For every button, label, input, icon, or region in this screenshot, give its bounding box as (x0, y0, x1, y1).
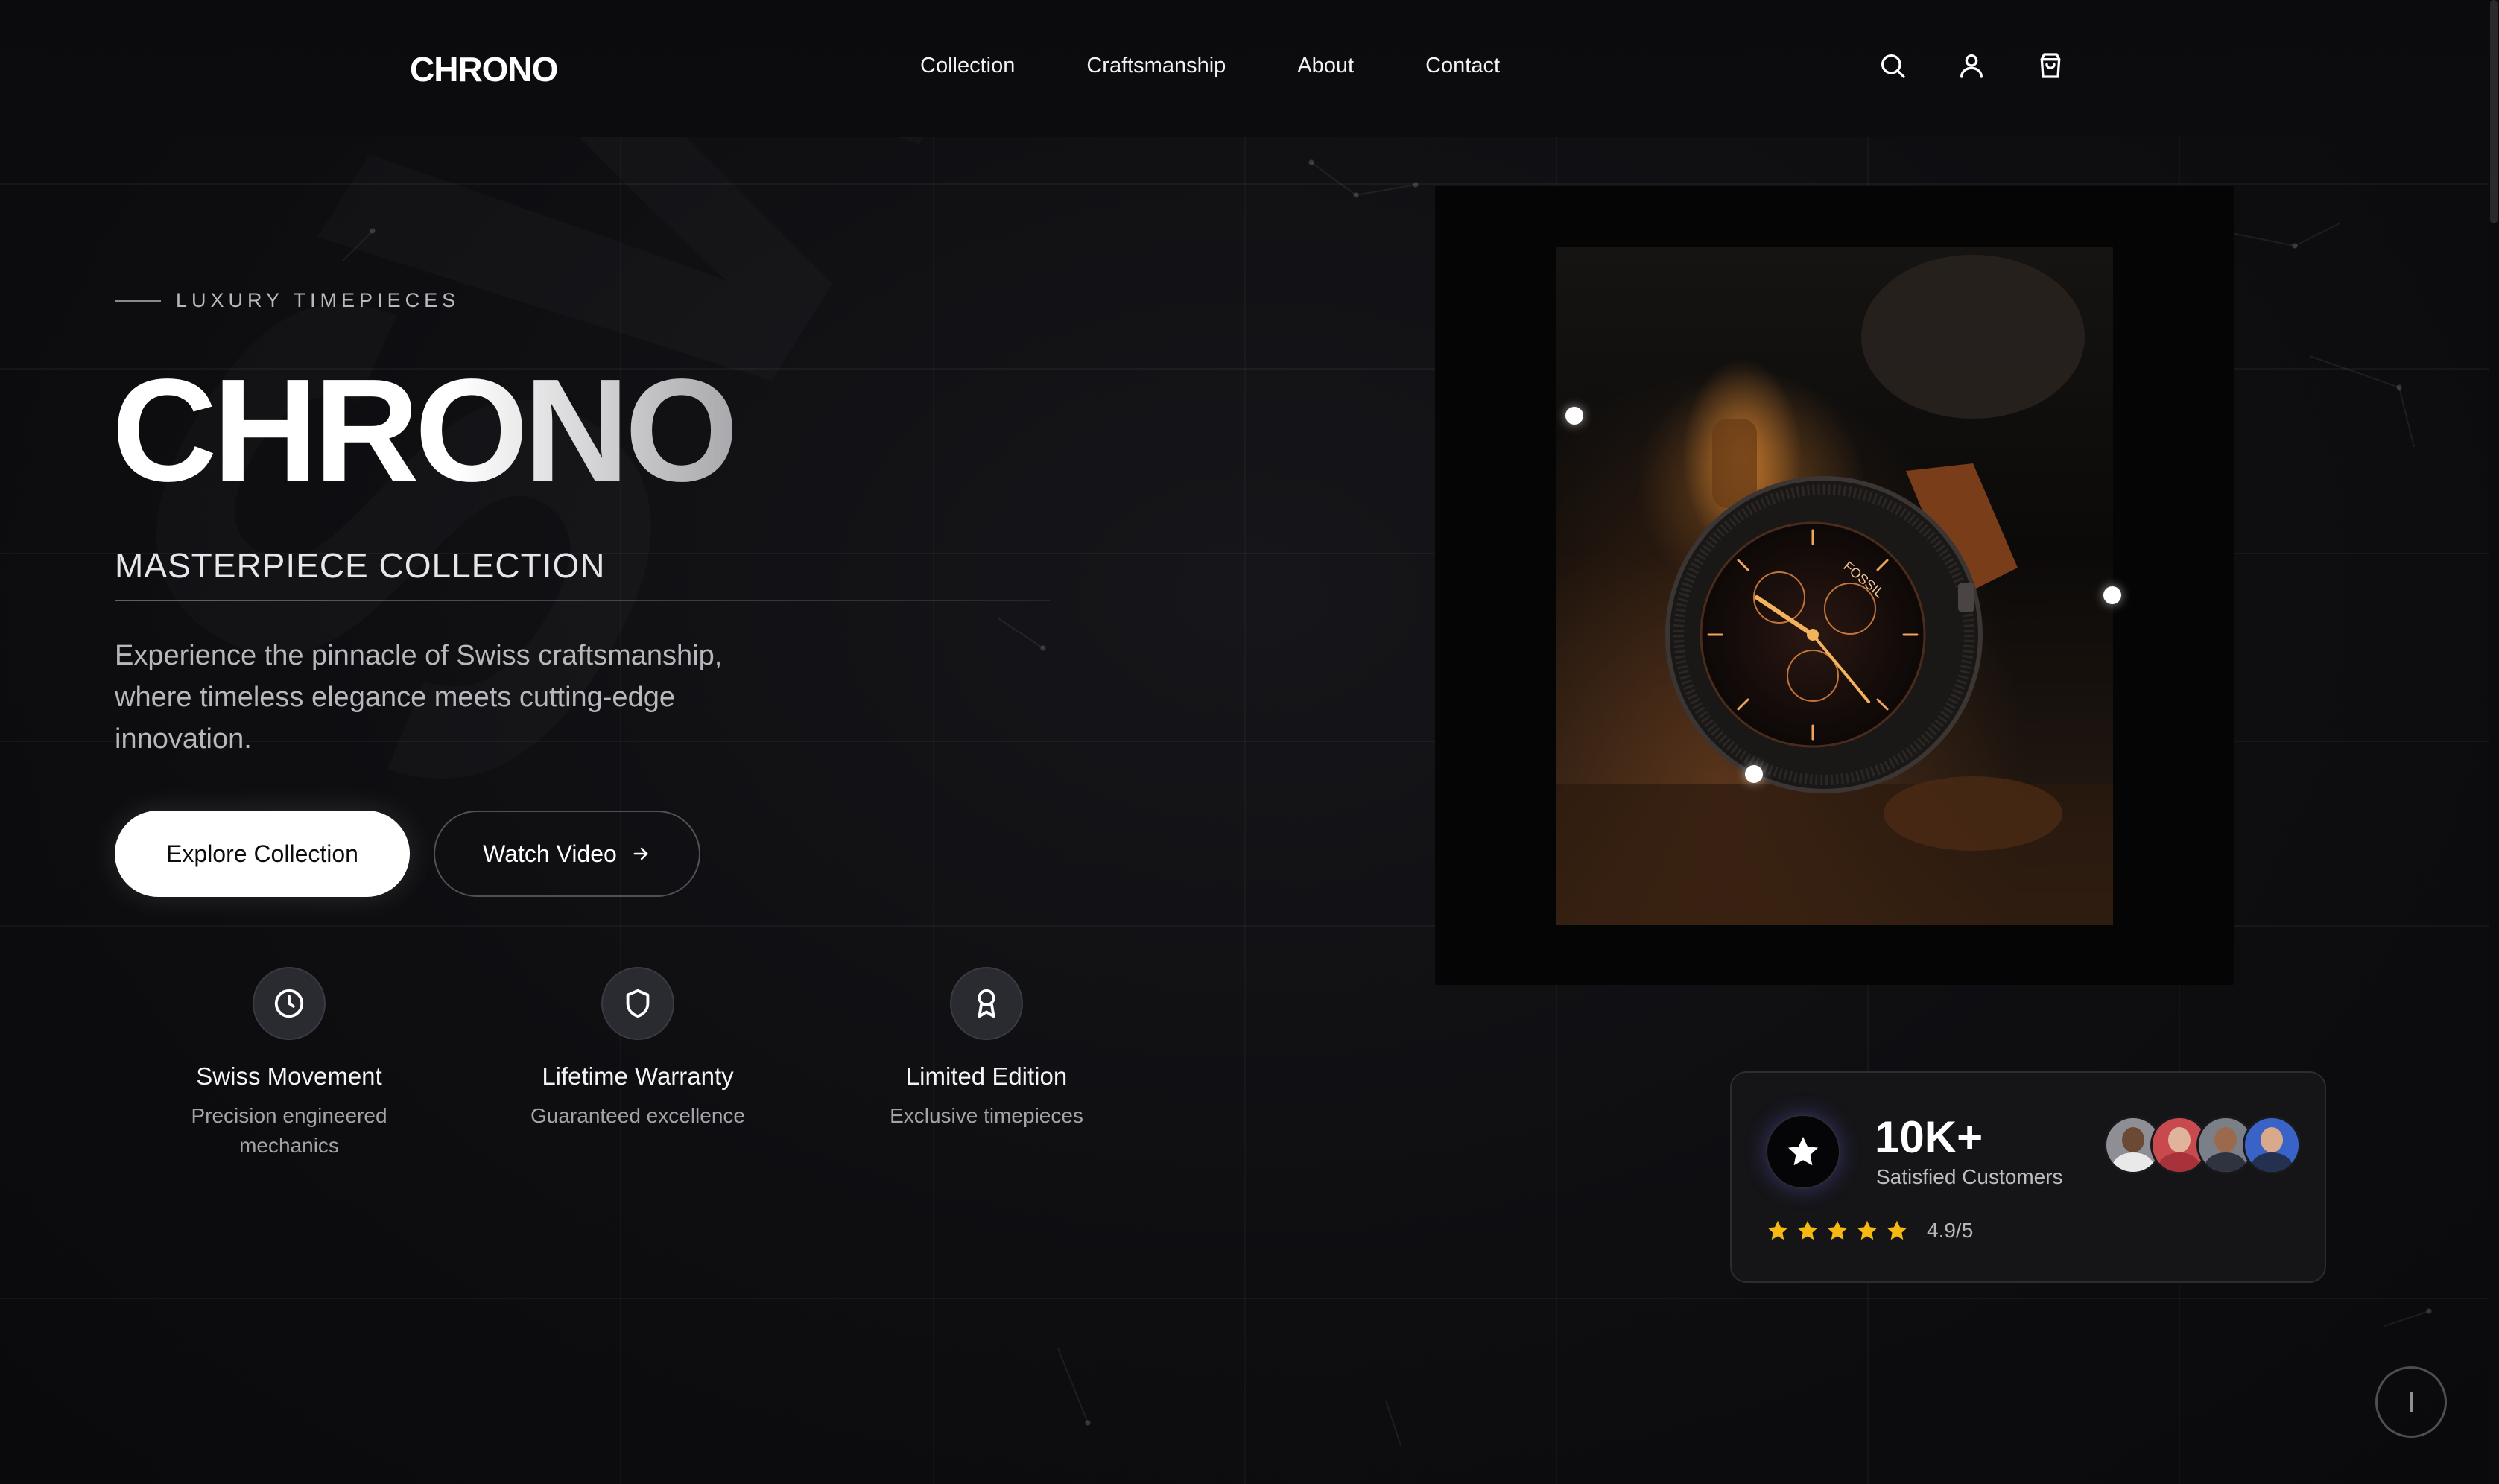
search-icon[interactable] (1878, 51, 1907, 80)
feature-description: Exclusive timepieces (890, 1104, 1083, 1127)
nav-link-collection[interactable]: Collection (920, 54, 1015, 78)
star-rating-icon (1767, 1220, 1788, 1240)
brand-logo[interactable]: CHRONO (410, 49, 558, 89)
page-scrollbar[interactable] (2489, 0, 2499, 1484)
shopping-bag-icon[interactable] (2036, 51, 2065, 80)
arrow-right-icon (633, 847, 648, 860)
user-icon[interactable] (1957, 51, 1986, 80)
hero-subtitle: MASTERPIECE COLLECTION (115, 546, 606, 585)
nav-link-craftsmanship[interactable]: Craftsmanship (1086, 54, 1226, 78)
nav-link-contact[interactable]: Contact (1425, 54, 1500, 78)
nav-actions (1878, 51, 2065, 80)
top-navigation: CHRONO Collection Craftsmanship About Co… (0, 0, 2499, 137)
image-hotspot[interactable] (1565, 407, 1583, 425)
eyebrow-line (115, 299, 161, 302)
page: SWISS CHRONO Collection Craf (0, 0, 2499, 1484)
customer-stats-card: 10K+ Satisfied Customers 4.9/5 (1730, 1071, 2326, 1283)
nav-link-about[interactable]: About (1297, 54, 1354, 78)
explore-collection-button[interactable]: Explore Collection (115, 811, 410, 897)
avatar (2243, 1116, 2301, 1174)
clock-icon (253, 967, 326, 1040)
feature-description: Precision engineered mechanics (191, 1104, 387, 1157)
feature-title: Limited Edition (905, 1062, 1068, 1090)
feature-description: Guaranteed excellence (530, 1104, 745, 1127)
feature-title: Lifetime Warranty (542, 1062, 734, 1090)
star-icon (1766, 1114, 1840, 1189)
watch-video-label: Watch Video (483, 840, 617, 867)
scroll-indicator-button[interactable] (2375, 1366, 2447, 1438)
image-hotspot[interactable] (1745, 765, 1763, 783)
hero-eyebrow: LUXURY TIMEPIECES (115, 289, 460, 312)
main-menu: Collection Craftsmanship About Contact (920, 54, 1500, 78)
shield-icon (601, 967, 674, 1040)
award-icon (950, 967, 1023, 1040)
feature-lifetime-warranty: Lifetime Warranty Guaranteed excellence (463, 967, 812, 1161)
hero-description: Experience the pinnacle of Swiss craftsm… (115, 640, 723, 755)
star-rating-icon (1857, 1220, 1878, 1240)
watch-illustration: FOSSIL (1556, 255, 2113, 925)
watch-product-image: FOSSIL (1556, 247, 2113, 925)
star-rating-icon (1827, 1220, 1848, 1240)
hero-title: CHRONO (112, 349, 738, 512)
image-hotspot[interactable] (2103, 586, 2121, 604)
subtitle-divider (115, 600, 1050, 601)
star-rating-icon (1887, 1220, 1907, 1240)
scrollbar-thumb[interactable] (2490, 0, 2498, 223)
feature-list: Swiss Movement Precision engineered mech… (115, 967, 1161, 1161)
eyebrow-text: LUXURY TIMEPIECES (176, 289, 460, 311)
star-rating-icon (1797, 1220, 1818, 1240)
explore-collection-label: Explore Collection (166, 840, 358, 867)
customer-avatars (2104, 1116, 2301, 1174)
rating-value: 4.9/5 (1927, 1219, 1974, 1242)
watch-video-button[interactable]: Watch Video (434, 811, 700, 897)
feature-swiss-movement: Swiss Movement Precision engineered mech… (115, 967, 463, 1161)
feature-limited-edition: Limited Edition Exclusive timepieces (812, 967, 1161, 1161)
rating-stars: 4.9/5 (1766, 1219, 1973, 1243)
customer-count: 10K+ (1875, 1112, 1983, 1162)
customer-count-label: Satisfied Customers (1876, 1165, 2063, 1188)
pause-icon (2409, 1392, 2413, 1412)
feature-title: Swiss Movement (196, 1062, 382, 1090)
